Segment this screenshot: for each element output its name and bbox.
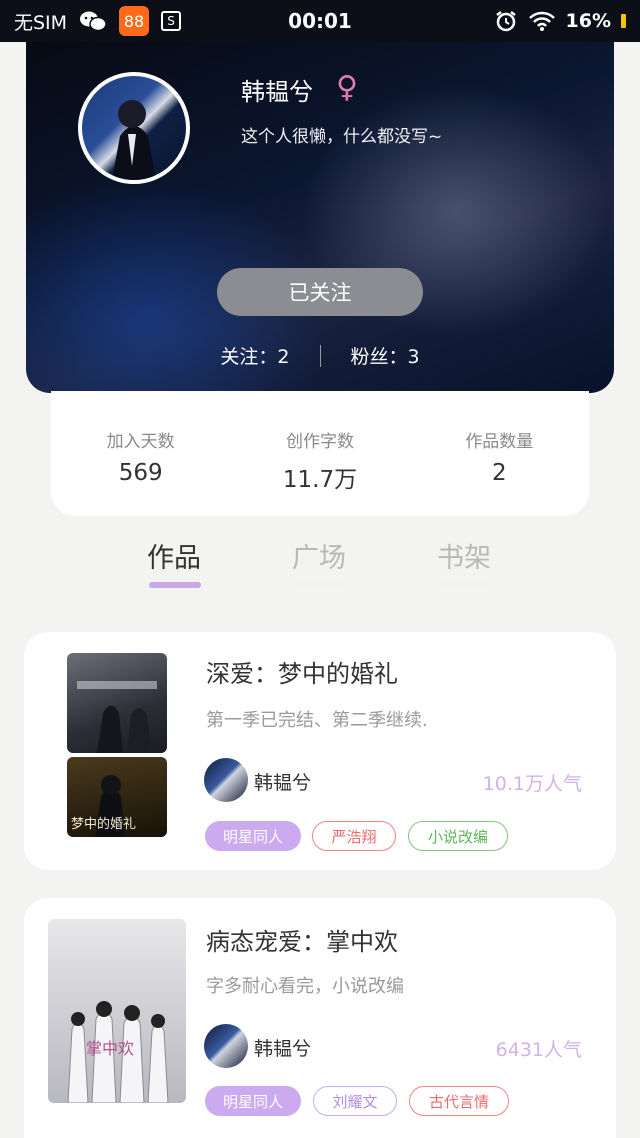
follow-button[interactable]: 已关注 <box>217 268 423 316</box>
tag[interactable]: 明星同人 <box>205 821 301 851</box>
tag[interactable]: 刘耀文 <box>313 1086 397 1116</box>
cover-caption: 掌中欢 <box>86 1039 135 1058</box>
stat-label: 作品数量 <box>465 432 534 452</box>
tab-bookshelf[interactable]: 书架 <box>437 536 491 575</box>
tag[interactable]: 小说改编 <box>408 821 508 851</box>
profile-header: 韩韫兮 ♀ 这个人很懒，什么都没写~ 已关注 关注：2 粉丝：3 <box>26 0 614 393</box>
tab-square[interactable]: 广场 <box>292 536 346 575</box>
work-cover: 掌中欢 <box>48 919 186 1103</box>
carrier-label: 无SIM <box>14 11 68 34</box>
status-left: 无SIM 88 S <box>14 6 182 36</box>
work-card[interactable]: 掌中欢 病态宠爱：掌中欢 字多耐心看完，小说改编 韩韫兮 6431人气 明星同人… <box>24 898 616 1138</box>
stat-value: 11.7万 <box>282 467 358 493</box>
tag[interactable]: 严浩翔 <box>312 821 396 851</box>
battery-icon <box>621 14 626 28</box>
following-count[interactable]: 关注：2 <box>220 342 289 369</box>
author-avatar[interactable] <box>204 758 248 802</box>
stat-works: 作品数量 2 <box>411 427 589 516</box>
work-card[interactable]: 梦中的婚礼 深爱：梦中的婚礼 第一季已完结、第二季继续. 韩韫兮 10.1万人气… <box>24 632 616 870</box>
tab-indicator <box>149 582 201 588</box>
work-cover-top <box>67 653 167 753</box>
follow-stats: 关注：2 粉丝：3 <box>26 342 614 369</box>
cover-caption: 梦中的婚礼 <box>71 817 137 832</box>
author-name[interactable]: 韩韫兮 <box>254 1034 311 1061</box>
author-avatar[interactable] <box>204 1024 248 1068</box>
author-name[interactable]: 韩韫兮 <box>254 768 311 795</box>
popularity-count: 10.1万人气 <box>482 773 582 795</box>
s-app-icon: S <box>161 11 182 31</box>
divider <box>319 344 321 367</box>
work-title[interactable]: 深爱：梦中的婚礼 <box>206 654 398 689</box>
stat-label: 加入天数 <box>106 432 175 452</box>
work-title[interactable]: 病态宠爱：掌中欢 <box>206 922 398 957</box>
stat-label: 创作字数 <box>285 432 354 452</box>
status-bar: 无SIM 88 S 00:01 16% <box>0 0 640 42</box>
tab-works[interactable]: 作品 <box>147 536 201 575</box>
tab-bar: 作品 广场 书架 <box>0 530 640 598</box>
work-description: 第一季已完结、第二季继续. <box>206 710 428 731</box>
status-right: 16% <box>494 9 626 33</box>
tab-indicator <box>439 582 491 588</box>
tag[interactable]: 古代言情 <box>409 1086 509 1116</box>
tag[interactable]: 明星同人 <box>205 1086 301 1116</box>
followers-count[interactable]: 粉丝：3 <box>351 342 420 369</box>
profile-name: 韩韫兮 <box>241 78 313 106</box>
tab-indicator <box>294 582 346 588</box>
work-cover-bottom: 梦中的婚礼 <box>67 757 167 837</box>
work-description: 字多耐心看完，小说改编 <box>206 976 404 997</box>
alarm-icon <box>494 9 518 33</box>
stat-days: 加入天数 569 <box>52 427 230 516</box>
battery-percent: 16% <box>565 10 611 32</box>
female-icon: ♀ <box>336 70 358 105</box>
popularity-count: 6431人气 <box>495 1039 582 1061</box>
stat-words: 创作字数 11.7万 <box>231 427 409 516</box>
profile-bio: 这个人很懒，什么都没写~ <box>241 127 443 147</box>
stat-value: 569 <box>118 460 163 486</box>
stat-value: 2 <box>491 460 507 486</box>
wifi-icon <box>528 10 556 32</box>
stats-card: 加入天数 569 创作字数 11.7万 作品数量 2 <box>51 391 589 516</box>
kuaikan-app-icon: 88 <box>119 6 150 36</box>
profile-avatar[interactable] <box>78 72 190 184</box>
wechat-icon <box>79 9 107 33</box>
